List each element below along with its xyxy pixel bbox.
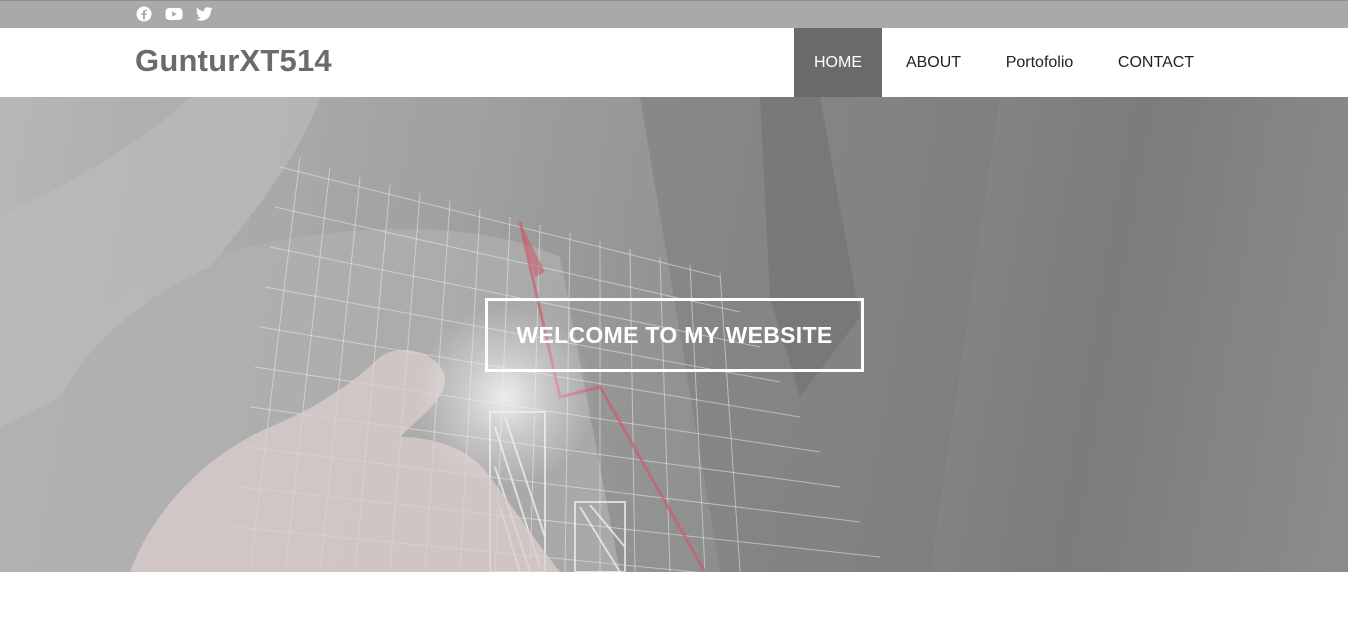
social-links (134, 5, 214, 23)
top-bar (0, 0, 1348, 28)
youtube-icon[interactable] (164, 5, 184, 23)
nav-about[interactable]: ABOUT (882, 28, 985, 97)
site-header: GunturXT514 HOME ABOUT Portofolio CONTAC… (0, 28, 1348, 97)
facebook-icon[interactable] (134, 5, 154, 23)
nav-home[interactable]: HOME (794, 28, 882, 97)
site-brand[interactable]: GunturXT514 (135, 43, 332, 79)
welcome-banner: WELCOME TO MY WEBSITE (485, 298, 864, 372)
nav-contact[interactable]: CONTACT (1094, 28, 1218, 97)
nav-portofolio[interactable]: Portofolio (985, 28, 1094, 97)
hero-banner: WELCOME TO MY WEBSITE (0, 97, 1348, 572)
main-nav: HOME ABOUT Portofolio CONTACT (794, 28, 1218, 97)
twitter-icon[interactable] (194, 5, 214, 23)
